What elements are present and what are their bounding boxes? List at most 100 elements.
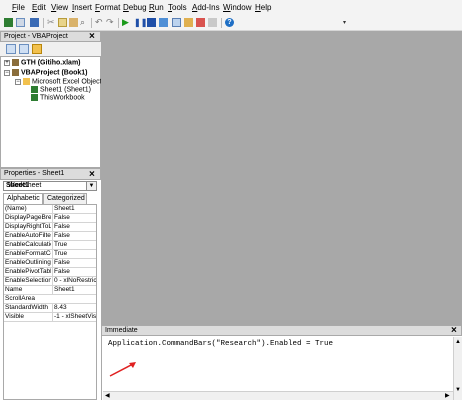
- property-value[interactable]: 0 - xlNoRestricti: [52, 277, 96, 285]
- tree-item-thisworkbook[interactable]: ThisWorkbook: [31, 94, 85, 101]
- view-code-icon[interactable]: [6, 44, 16, 54]
- tree-item-excel-objects[interactable]: − Microsoft Excel Objects: [15, 78, 105, 85]
- property-value[interactable]: False: [52, 223, 96, 231]
- properties-window-icon[interactable]: [184, 18, 193, 27]
- tree-item-vbaproject[interactable]: − VBAProject (Book1): [4, 69, 88, 76]
- save-icon[interactable]: [30, 18, 39, 27]
- property-value[interactable]: 8.43: [52, 304, 96, 312]
- view-excel-icon[interactable]: [4, 18, 13, 27]
- toggle-folders-icon[interactable]: [32, 44, 42, 54]
- property-row[interactable]: EnableSelection 0 - xlNoRestricti: [4, 277, 96, 286]
- run-icon[interactable]: ▶: [122, 18, 131, 27]
- menu-file[interactable]: File: [12, 3, 25, 12]
- property-value[interactable]: -1 - xlSheetVisib: [52, 313, 96, 321]
- horizontal-scrollbar[interactable]: ◀ ▶: [103, 391, 453, 400]
- property-name: DisplayRightToLef: [5, 223, 51, 230]
- properties-tabs: Alphabetic Categorized: [3, 193, 97, 204]
- undo-icon[interactable]: ↶: [95, 18, 104, 27]
- menu-debug[interactable]: Debug: [123, 3, 147, 12]
- scroll-left-icon[interactable]: ◀: [105, 393, 110, 399]
- property-row[interactable]: EnableOutlining False: [4, 259, 96, 268]
- find-icon[interactable]: ⌕: [80, 18, 89, 27]
- break-icon[interactable]: ❚❚: [134, 18, 147, 27]
- toolbox-icon[interactable]: [208, 18, 217, 27]
- tree-item-sheet1[interactable]: Sheet1 (Sheet1): [31, 86, 91, 93]
- close-icon[interactable]: ×: [89, 170, 95, 180]
- scroll-down-icon[interactable]: ▼: [455, 387, 461, 393]
- standard-toolbar: ✂ ⌕ ↶ ↷ ▶ ❚❚ ? ▾: [0, 16, 462, 31]
- property-name: EnableCalculation: [5, 241, 51, 248]
- property-value[interactable]: Sheet1: [52, 286, 96, 294]
- property-row[interactable]: EnablePivotTable False: [4, 268, 96, 277]
- toolbar-separator: [91, 18, 92, 28]
- redo-icon[interactable]: ↷: [106, 18, 115, 27]
- property-row[interactable]: EnableAutoFilter False: [4, 232, 96, 241]
- annotation-arrow: [109, 362, 136, 377]
- property-row[interactable]: (Name) Sheet1: [4, 205, 96, 214]
- menu-add-ins[interactable]: Add-Ins: [192, 3, 220, 12]
- property-row[interactable]: EnableCalculationTrue: [4, 241, 96, 250]
- copy-icon[interactable]: [58, 18, 67, 27]
- property-value[interactable]: False: [52, 268, 96, 276]
- cut-icon[interactable]: ✂: [47, 18, 56, 27]
- menu-help[interactable]: Help: [255, 3, 271, 12]
- paste-icon[interactable]: [69, 18, 78, 27]
- property-value[interactable]: True: [52, 250, 96, 258]
- vba-project-icon: [12, 59, 19, 66]
- property-name: ScrollArea: [5, 295, 35, 302]
- properties-grid: (Name)Sheet1DisplayPageBreakFalseDisplay…: [3, 204, 97, 400]
- property-value[interactable]: True: [52, 241, 96, 249]
- menu-view[interactable]: View: [51, 3, 68, 12]
- expand-icon[interactable]: +: [4, 59, 10, 66]
- menu-insert[interactable]: Insert: [72, 3, 92, 12]
- project-explorer-icon[interactable]: [172, 18, 181, 27]
- tab-alphabetic[interactable]: Alphabetic: [3, 193, 43, 204]
- menu-window[interactable]: Window: [223, 3, 251, 12]
- close-icon[interactable]: ×: [451, 326, 457, 336]
- workbook-icon: [31, 94, 38, 101]
- property-row[interactable]: Name Sheet1: [4, 286, 96, 295]
- menu-format[interactable]: Format: [95, 3, 120, 12]
- property-row[interactable]: StandardWidth 8.43: [4, 304, 96, 313]
- collapse-icon[interactable]: −: [15, 78, 21, 85]
- property-row[interactable]: EnableFormatConTrue: [4, 250, 96, 259]
- scroll-up-icon[interactable]: ▲: [455, 339, 461, 345]
- menu-tools[interactable]: Tools: [168, 3, 187, 12]
- vba-project-icon: [12, 69, 19, 76]
- property-value[interactable]: Sheet1: [52, 205, 96, 213]
- toolbar-separator: [221, 18, 222, 28]
- property-row[interactable]: ScrollArea: [4, 295, 96, 304]
- immediate-titlebar: Immediate ×: [101, 325, 462, 336]
- view-object-icon[interactable]: [19, 44, 29, 54]
- project-explorer-toolbar: [0, 42, 101, 56]
- reset-icon[interactable]: [147, 18, 156, 27]
- code-window-area: [101, 31, 462, 325]
- object-browser-icon[interactable]: [196, 18, 205, 27]
- collapse-icon[interactable]: −: [4, 69, 10, 76]
- immediate-code-line[interactable]: Application.CommandBars("Research").Enab…: [108, 340, 333, 348]
- menu-edit[interactable]: Edit: [32, 3, 46, 12]
- help-icon[interactable]: ?: [225, 18, 234, 27]
- property-value[interactable]: False: [52, 232, 96, 240]
- design-mode-icon[interactable]: [159, 18, 168, 27]
- property-value[interactable]: False: [52, 259, 96, 267]
- property-row[interactable]: DisplayRightToLefFalse: [4, 223, 96, 232]
- property-value[interactable]: False: [52, 214, 96, 222]
- insert-userform-icon[interactable]: [16, 18, 25, 27]
- object-selector-dropdown[interactable]: Sheet1 Worksheet ▼: [3, 181, 97, 191]
- tab-categorized[interactable]: Categorized: [43, 193, 87, 204]
- arrow-shaft: [109, 363, 134, 377]
- properties-titlebar: Properties - Sheet1 ×: [0, 168, 101, 180]
- immediate-title: Immediate: [105, 327, 138, 334]
- property-row[interactable]: Visible -1 - xlSheetVisib: [4, 313, 96, 322]
- toolbar-separator: [43, 18, 44, 28]
- menu-run[interactable]: Run: [149, 3, 164, 12]
- chevron-down-icon[interactable]: ▼: [86, 182, 96, 190]
- tree-item-gth[interactable]: + GTH (Gitiho.xlam): [4, 59, 81, 66]
- scroll-right-icon[interactable]: ▶: [445, 393, 450, 399]
- toolbar-options-icon[interactable]: ▾: [343, 19, 349, 28]
- property-row[interactable]: DisplayPageBreakFalse: [4, 214, 96, 223]
- close-icon[interactable]: ×: [89, 32, 95, 42]
- property-name: DisplayPageBreak: [5, 214, 51, 221]
- vertical-scrollbar[interactable]: ▲ ▼: [453, 337, 462, 400]
